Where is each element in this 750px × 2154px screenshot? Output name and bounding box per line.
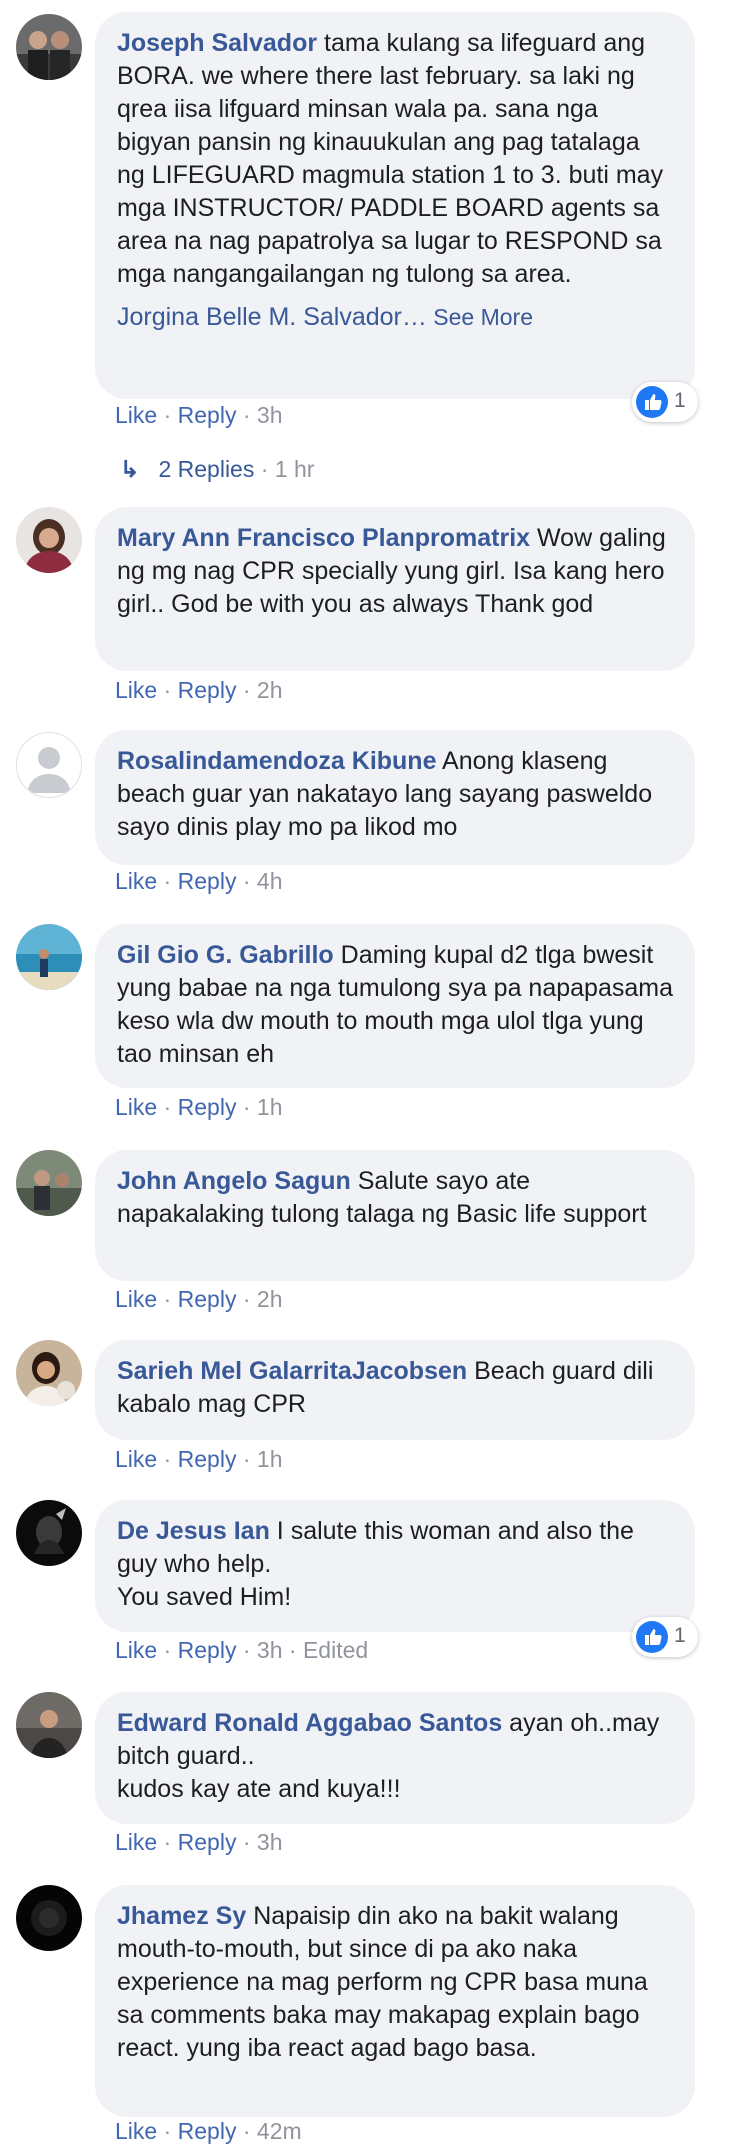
comment-bubble: Gil Gio G. Gabrillo Daming kupal d2 tlga… [95, 924, 695, 1088]
reply-link[interactable]: Reply [178, 2118, 237, 2144]
comment-actions: Like · Reply · 42m [115, 2118, 302, 2144]
avatar[interactable] [16, 1692, 82, 1758]
comment-author[interactable]: Mary Ann Francisco Planpromatrix [117, 524, 530, 552]
reaction-badge[interactable]: 1 [632, 1617, 698, 1657]
reply-link[interactable]: Reply [178, 677, 237, 703]
like-link[interactable]: Like [115, 868, 157, 894]
avatar[interactable] [16, 1150, 82, 1216]
comment-author[interactable]: John Angelo Sagun [117, 1167, 351, 1195]
comment-actions: Like · Reply · 2h [115, 1286, 283, 1312]
like-link[interactable]: Like [115, 1094, 157, 1120]
reaction-count: 1 [674, 389, 686, 412]
comment-author[interactable]: De Jesus Ian [117, 1517, 270, 1545]
comment-text: tama kulang sa lifeguard ang BORA. we wh… [117, 29, 671, 288]
comment-actions: Like · Reply · 2h [115, 677, 283, 703]
like-link[interactable]: Like [115, 1829, 157, 1855]
timestamp[interactable]: 2h [257, 677, 283, 703]
comment-bubble: Sarieh Mel GalarritaJacobsen Beach guard… [95, 1340, 695, 1440]
like-reaction-icon [636, 386, 668, 418]
avatar[interactable] [16, 14, 82, 80]
comment-bubble: John Angelo Sagun Salute sayo ate napaka… [95, 1150, 695, 1281]
reply-link[interactable]: Reply [178, 1829, 237, 1855]
timestamp[interactable]: 1h [257, 1446, 283, 1472]
comment-bubble: Rosalindamendoza Kibune Anong klaseng be… [95, 730, 695, 865]
comment-bubble: Mary Ann Francisco Planpromatrix Wow gal… [95, 507, 695, 671]
like-link[interactable]: Like [115, 1286, 157, 1312]
avatar[interactable] [16, 1885, 82, 1951]
timestamp[interactable]: 2h [257, 1286, 283, 1312]
reply-link[interactable]: Reply [178, 1286, 237, 1312]
reply-link[interactable]: Reply [178, 868, 237, 894]
reply-link[interactable]: Reply [178, 402, 237, 428]
reply-link[interactable]: Reply [178, 1446, 237, 1472]
like-reaction-icon [636, 1621, 668, 1653]
edited-label[interactable]: Edited [303, 1637, 368, 1663]
comment-actions: Like · Reply · 3h [115, 402, 283, 428]
default-profile-icon [17, 733, 81, 797]
avatar[interactable] [16, 732, 82, 798]
timestamp[interactable]: 3h [257, 1637, 283, 1663]
comment-author[interactable]: Joseph Salvador [117, 29, 317, 57]
timestamp[interactable]: 4h [257, 868, 283, 894]
view-replies-link[interactable]: ↳ 2 Replies · 1 hr [120, 456, 314, 483]
timestamp[interactable]: 3h [257, 402, 283, 428]
avatar[interactable] [16, 924, 82, 990]
comment-bubble: De Jesus Ian I salute this woman and als… [95, 1500, 695, 1632]
comment-author[interactable]: Gil Gio G. Gabrillo [117, 941, 334, 969]
reaction-badge[interactable]: 1 [632, 382, 698, 422]
comment-author[interactable]: Jhamez Sy [117, 1902, 246, 1930]
like-link[interactable]: Like [115, 1446, 157, 1472]
reply-link[interactable]: Reply [178, 1094, 237, 1120]
replies-time: 1 hr [274, 456, 315, 482]
timestamp[interactable]: 1h [257, 1094, 283, 1120]
like-link[interactable]: Like [115, 677, 157, 703]
comment-bubble: Joseph Salvador tama kulang sa lifeguard… [95, 12, 695, 399]
replies-count[interactable]: 2 Replies [158, 456, 254, 482]
avatar[interactable] [16, 507, 82, 573]
reaction-count: 1 [674, 1624, 686, 1647]
comment-bubble: Edward Ronald Aggabao Santos ayan oh..ma… [95, 1692, 695, 1824]
comment-actions: Like · Reply · 4h [115, 868, 283, 894]
comment-author[interactable]: Rosalindamendoza Kibune [117, 747, 436, 775]
comment-actions: Like · Reply · 1h [115, 1094, 283, 1120]
avatar[interactable] [16, 1340, 82, 1406]
comment-actions: Like · Reply · 1h [115, 1446, 283, 1472]
timestamp[interactable]: 3h [257, 1829, 283, 1855]
mention-link[interactable]: Jorgina Belle M. Salvador… [117, 303, 427, 331]
avatar[interactable] [16, 1500, 82, 1566]
comment-author[interactable]: Sarieh Mel GalarritaJacobsen [117, 1357, 467, 1385]
comment-actions: Like · Reply · 3h [115, 1829, 283, 1855]
see-more-link[interactable]: See More [427, 304, 533, 330]
like-link[interactable]: Like [115, 1637, 157, 1663]
like-link[interactable]: Like [115, 402, 157, 428]
comment-bubble: Jhamez Sy Napaisip din ako na bakit wala… [95, 1885, 695, 2117]
like-link[interactable]: Like [115, 2118, 157, 2144]
mention-line: Jorgina Belle M. Salvador… See More [117, 301, 673, 334]
comment-actions: Like · Reply · 3h · Edited [115, 1637, 369, 1663]
reply-arrow-icon: ↳ [120, 456, 140, 482]
timestamp[interactable]: 42m [257, 2118, 302, 2144]
comment-author[interactable]: Edward Ronald Aggabao Santos [117, 1709, 502, 1737]
reply-link[interactable]: Reply [178, 1637, 237, 1663]
